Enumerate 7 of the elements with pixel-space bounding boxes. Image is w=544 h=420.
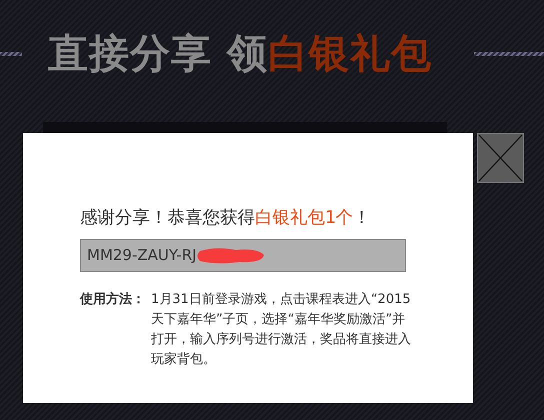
usage-label: 使用方法： bbox=[80, 290, 145, 309]
usage-text: 1月31日前登录游戏，点击课程表进入“2015天下嘉年华”子页，选择“嘉年华奖励激活”并打开，输入序列号进行激活，奖品将直接进入玩家背包。 bbox=[151, 291, 412, 369]
close-button[interactable] bbox=[477, 133, 524, 183]
headline: 直接分享 领白银礼包 bbox=[48, 30, 432, 78]
close-icon bbox=[478, 134, 523, 182]
code-field[interactable]: MM29-ZAUY-RJ bbox=[80, 239, 406, 272]
success-message: 感谢分享！恭喜您获得白银礼包1个！ bbox=[80, 207, 372, 229]
